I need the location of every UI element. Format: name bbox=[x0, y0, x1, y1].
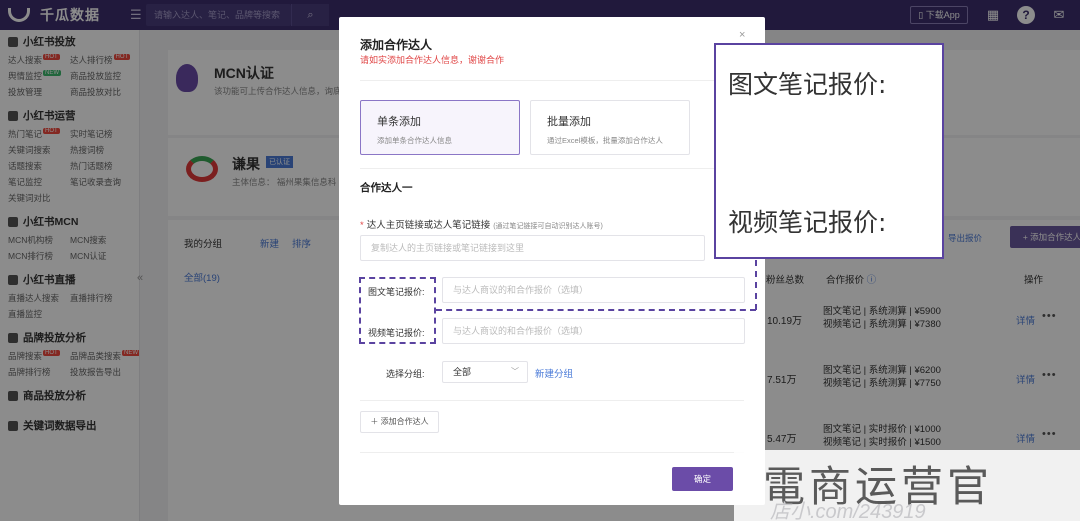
dialog-subtitle: 请如实添加合作达人信息，谢谢合作 bbox=[360, 55, 505, 65]
single-add-title: 单条添加 bbox=[377, 116, 421, 128]
group-select[interactable]: 全部 ﹀ bbox=[442, 361, 528, 383]
callout-video-note-text: 视频笔记报价: bbox=[728, 208, 887, 237]
divider bbox=[360, 80, 744, 81]
batch-add-option[interactable]: 批量添加 通过Excel模板，批量添加合作达人 bbox=[530, 100, 690, 155]
add-another-partner-label: 添加合作达人 bbox=[380, 417, 429, 426]
group-select-value: 全部 bbox=[453, 367, 472, 377]
divider bbox=[360, 168, 744, 169]
labels-highlight-box bbox=[359, 277, 436, 344]
link-field-label: * 达人主页链接或达人笔记链接 (通过笔记链接可自动识别达人账号) bbox=[360, 217, 603, 231]
price-callout-panel: 图文笔记报价: 视频笔记报价: bbox=[714, 43, 944, 259]
plus-icon: ＋ bbox=[370, 417, 379, 426]
image-note-price-input[interactable]: 与达人商议的和合作报价（选填） bbox=[442, 277, 745, 303]
divider bbox=[360, 452, 744, 453]
divider bbox=[360, 400, 744, 401]
batch-add-desc: 通过Excel模板，批量添加合作达人 bbox=[547, 136, 663, 145]
batch-add-title: 批量添加 bbox=[547, 116, 591, 128]
callout-image-note-text: 图文笔记报价: bbox=[728, 70, 887, 99]
highlight-connector-vline bbox=[755, 260, 757, 310]
link-hint: (通过笔记链接可自动识别达人账号) bbox=[493, 223, 603, 230]
group-select-label: 选择分组: bbox=[386, 369, 425, 379]
link-label-text: 达人主页链接或达人笔记链接 bbox=[366, 220, 491, 231]
single-add-desc: 添加单条合作达人信息 bbox=[377, 136, 452, 145]
partner-section-title: 合作达人一 bbox=[360, 182, 413, 194]
close-icon[interactable]: × bbox=[739, 29, 745, 41]
required-mark: * bbox=[360, 220, 364, 231]
profile-link-input[interactable]: 复制达人的主页链接或笔记链接到这里 bbox=[360, 235, 705, 261]
add-partner-dialog: 添加合作达人 请如实添加合作达人信息，谢谢合作 × 单条添加 添加单条合作达人信… bbox=[339, 17, 765, 505]
video-note-price-input[interactable]: 与达人商议的和合作报价（选填） bbox=[442, 318, 745, 344]
confirm-button[interactable]: 确定 bbox=[672, 467, 733, 491]
highlight-connector-line bbox=[436, 309, 756, 311]
single-add-option[interactable]: 单条添加 添加单条合作达人信息 bbox=[360, 100, 520, 155]
new-group-link[interactable]: 新建分组 bbox=[535, 366, 573, 380]
chevron-down-icon: ﹀ bbox=[511, 367, 519, 376]
watermark-subtext: 店小.com/243919 bbox=[770, 501, 926, 521]
dialog-title: 添加合作达人 bbox=[360, 38, 433, 52]
add-another-partner-button[interactable]: ＋ 添加合作达人 bbox=[360, 411, 439, 433]
